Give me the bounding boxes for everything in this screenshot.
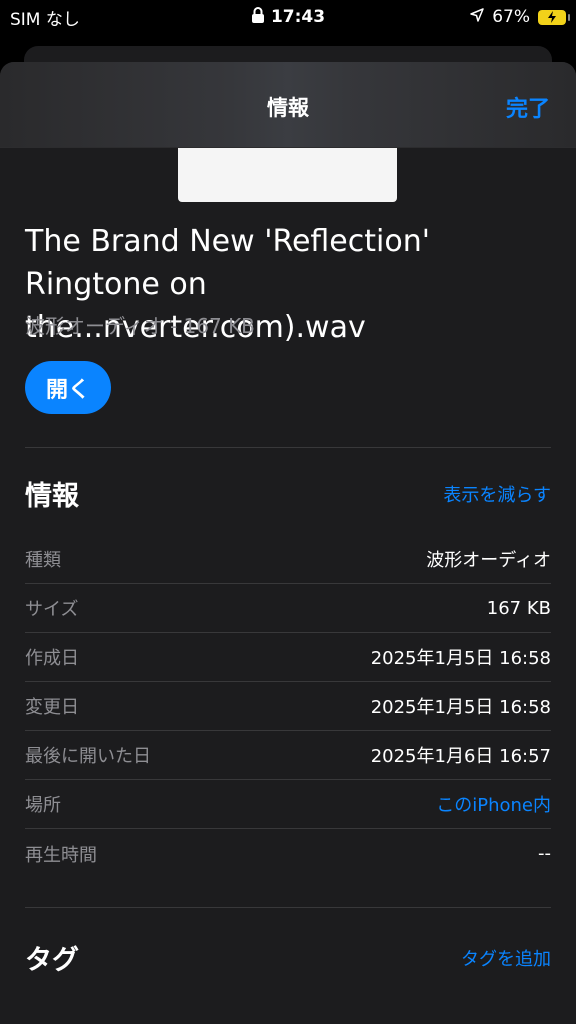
file-subtitle: 波形オーディオ - 167 KB — [25, 314, 255, 338]
location-link[interactable]: このiPhone内 — [436, 791, 551, 817]
open-button[interactable]: 開く — [25, 361, 111, 414]
tags-section-title: タグ — [25, 945, 79, 976]
divider — [25, 907, 551, 908]
divider — [25, 447, 551, 448]
row-value: 2025年1月6日 16:57 — [370, 746, 551, 767]
info-rows: 種類 波形オーディオ サイズ 167 KB 作成日 2025年1月5日 16:5… — [25, 535, 551, 878]
info-section-header: 情報 表示を減らす — [25, 474, 551, 513]
row-value: 167 KB — [486, 597, 551, 619]
info-section-title: 情報 — [25, 481, 79, 512]
info-row-kind: 種類 波形オーディオ — [25, 535, 551, 584]
tags-section-header: タグ タグを追加 — [25, 938, 551, 977]
row-value: 2025年1月5日 16:58 — [370, 648, 551, 669]
status-bar: SIM なし 17:43 67% — [0, 0, 576, 34]
info-sheet: 情報 完了 The Brand New 'Reflection' Rington… — [0, 62, 576, 1024]
row-value: -- — [538, 843, 551, 864]
info-row-created: 作成日 2025年1月5日 16:58 — [25, 633, 551, 682]
row-label: サイズ — [25, 599, 79, 620]
battery-percent: 67% — [492, 7, 530, 27]
row-label: 種類 — [25, 550, 61, 571]
battery-charging-icon — [538, 9, 570, 25]
show-less-button[interactable]: 表示を減らす — [443, 481, 551, 507]
info-row-last-opened: 最後に開いた日 2025年1月6日 16:57 — [25, 731, 551, 780]
info-row-modified: 変更日 2025年1月5日 16:58 — [25, 682, 551, 731]
row-label: 作成日 — [25, 648, 79, 669]
row-label: 再生時間 — [25, 844, 97, 866]
row-label: 最後に開いた日 — [25, 746, 151, 767]
info-row-duration: 再生時間 -- — [25, 829, 551, 878]
carrier-label: SIM なし — [10, 9, 80, 30]
add-tag-button[interactable]: タグを追加 — [461, 945, 551, 971]
status-time: 17:43 — [270, 7, 326, 27]
status-time-group: 17:43 — [251, 6, 325, 29]
info-row-size: サイズ 167 KB — [25, 584, 551, 633]
row-value: 波形オーディオ — [426, 550, 551, 571]
row-label: 変更日 — [25, 697, 79, 718]
nav-title: 情報 — [267, 96, 309, 120]
info-row-location: 場所 このiPhone内 — [25, 780, 551, 829]
location-arrow-icon — [470, 7, 484, 27]
nav-bar: 情報 完了 — [0, 62, 576, 148]
status-right: 67% — [406, 7, 570, 27]
done-button[interactable]: 完了 — [506, 91, 550, 123]
row-label: 場所 — [25, 795, 61, 816]
file-thumbnail — [178, 148, 397, 202]
lock-icon — [251, 6, 265, 29]
row-value: 2025年1月5日 16:58 — [370, 697, 551, 718]
